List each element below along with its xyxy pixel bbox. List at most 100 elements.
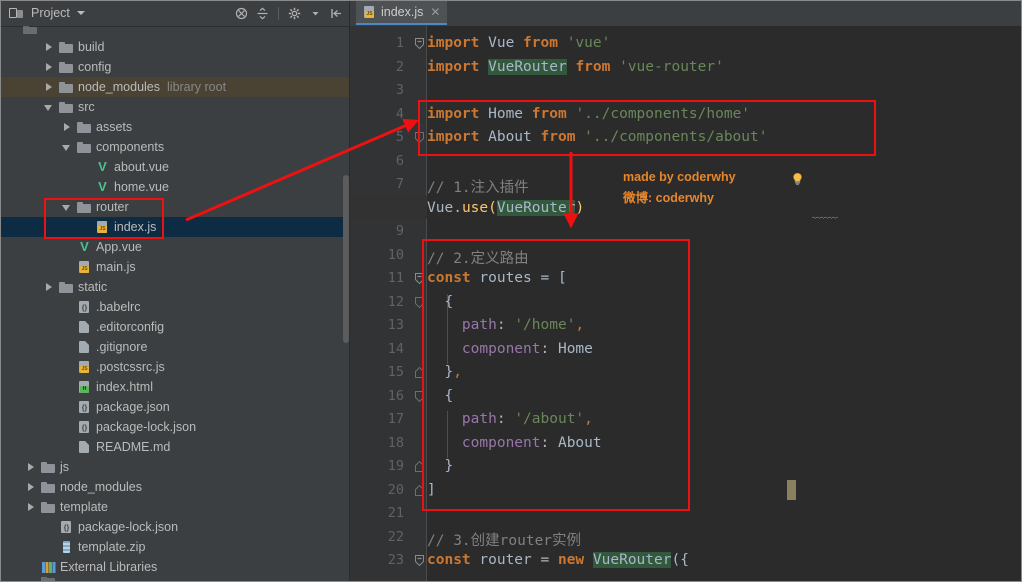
tree-item-package-json[interactable]: package.json (0, 397, 350, 417)
tree-arrow-spacer (62, 422, 73, 433)
folder-icon (77, 120, 92, 134)
tree-item-node-modules[interactable]: node_modules library root (0, 77, 350, 97)
watermark-line-1: made by coderwhy (623, 170, 736, 184)
tree-item--editorconfig[interactable]: .editorconfig (0, 317, 350, 337)
tree-item-partial[interactable] (0, 26, 350, 34)
tree-item-package-lock-json[interactable]: package-lock.json (0, 517, 350, 537)
chevron-right-icon[interactable] (62, 122, 73, 133)
tree-item-external-libraries[interactable]: External Libraries (0, 557, 350, 577)
code-token: // 1.注入插件 (427, 180, 529, 196)
tree-item-config[interactable]: config (0, 57, 350, 77)
hide-panel-icon[interactable] (327, 4, 346, 23)
chevron-right-icon[interactable] (26, 502, 37, 513)
code-text-area[interactable]: import Vue from 'vue' import VueRouter fr… (427, 26, 1022, 582)
collapse-all-icon[interactable] (232, 4, 251, 23)
close-icon[interactable]: ✕ (430, 5, 440, 19)
fold-collapse-icon[interactable] (415, 273, 424, 284)
tree-item-index-js[interactable]: index.js (0, 217, 350, 237)
code-token: // 2.定义路由 (427, 250, 529, 267)
chevron-down-icon[interactable] (76, 11, 85, 15)
tree-item-js[interactable]: js (0, 457, 350, 477)
settings-gear-icon[interactable] (285, 4, 304, 23)
code-token: : About (540, 434, 602, 451)
code-token: : (496, 411, 515, 427)
lightbulb-icon[interactable] (790, 172, 805, 187)
code-token: VueRouter (496, 199, 576, 216)
tree-item-node-modules[interactable]: node_modules (0, 477, 350, 497)
tree-item--gitignore[interactable]: .gitignore (0, 337, 350, 357)
chevron-right-icon[interactable] (26, 482, 37, 493)
tree-item-src[interactable]: src (0, 97, 350, 117)
tree-item-static[interactable]: static (0, 277, 350, 297)
tree-item-label: template (60, 500, 108, 514)
code-token: import (427, 58, 480, 75)
code-token: '../components/about' (584, 129, 768, 145)
chevron-right-icon[interactable] (26, 462, 37, 473)
tree-item-label: template.zip (78, 540, 146, 554)
tree-item-app-vue[interactable]: V App.vue (0, 237, 350, 257)
chevron-right-icon[interactable] (44, 62, 55, 73)
fold-collapse-icon[interactable] (415, 555, 424, 566)
tree-item-label: static (78, 280, 108, 294)
tree-item-template[interactable]: template (0, 497, 350, 517)
tree-item-package-lock-json[interactable]: package-lock.json (0, 417, 350, 437)
tree-arrow-spacer (62, 262, 73, 273)
code-block-marker-icon (415, 367, 424, 378)
code-token: About (479, 129, 541, 145)
code-token: . (453, 199, 462, 216)
code-token: // 3.创建router实例 (427, 532, 582, 549)
chevron-down-icon[interactable] (44, 102, 55, 113)
chevron-right-icon[interactable] (44, 42, 55, 53)
tree-arrow-spacer (62, 362, 73, 373)
tree-item-readme-md[interactable]: README.md (0, 437, 350, 457)
line-number: 9 (395, 223, 404, 239)
tab-index-js[interactable]: index.js ✕ (356, 1, 448, 25)
tree-item-about-vue[interactable]: Vabout.vue (0, 157, 350, 177)
tree-item-components[interactable]: components (0, 137, 350, 157)
project-file-tree[interactable]: build config node_modules library root src as… (0, 26, 350, 582)
tree-item-build[interactable]: build (0, 37, 350, 57)
editor-scrollbar[interactable] (1010, 26, 1022, 582)
fold-collapse-icon[interactable] (415, 38, 424, 49)
tree-item-home-vue[interactable]: Vhome.vue (0, 177, 350, 197)
code-token: ] (427, 481, 436, 498)
html-file-icon (77, 380, 92, 394)
line-number: 7 (395, 176, 404, 192)
json-file-icon (77, 300, 92, 314)
chevron-down-icon-small[interactable] (306, 4, 325, 23)
zip-file-icon (59, 540, 74, 554)
expand-all-icon[interactable] (253, 4, 272, 23)
code-token: router = (470, 552, 558, 568)
tree-item-label: js (60, 460, 70, 474)
code-editor: index.js ✕ 12345678910111213141516171819… (350, 0, 1022, 582)
tree-item-assets[interactable]: assets (0, 117, 350, 137)
tree-item-partial[interactable] (0, 577, 350, 582)
line-number: 21 (387, 505, 404, 521)
tree-item-template-zip[interactable]: template.zip (0, 537, 350, 557)
tree-arrow-spacer (62, 242, 73, 253)
tree-item-main-js[interactable]: main.js (0, 257, 350, 277)
folder-icon (59, 280, 74, 294)
chevron-down-icon[interactable] (62, 142, 73, 153)
tree-item--babelrc[interactable]: .babelrc (0, 297, 350, 317)
tree-item-label: index.js (114, 220, 157, 234)
chevron-right-icon[interactable] (44, 82, 55, 93)
code-block-marker-icon (415, 296, 424, 308)
chevron-down-icon[interactable] (62, 202, 73, 213)
project-window-icon (9, 7, 24, 20)
tree-item-router[interactable]: router (0, 197, 350, 217)
editor-fold-gutter[interactable] (412, 26, 427, 582)
vue-file-icon: V (98, 179, 107, 194)
tree-item-label: main.js (96, 260, 136, 274)
editor-gutter[interactable]: 1234567891011121314151617181920212223 (350, 26, 412, 582)
tree-item-index-html[interactable]: index.html (0, 377, 350, 397)
chevron-right-icon[interactable] (44, 282, 55, 293)
line-number: 18 (387, 434, 404, 451)
code-line-2: import VueRouter from 'vue-router' (427, 58, 724, 75)
tree-arrow-spacer (44, 542, 55, 553)
text-file-icon (77, 440, 92, 454)
code-token: path (461, 411, 497, 427)
tree-item--postcssrc-js[interactable]: .postcssrc.js (0, 357, 350, 377)
line-number: 13 (387, 317, 404, 333)
